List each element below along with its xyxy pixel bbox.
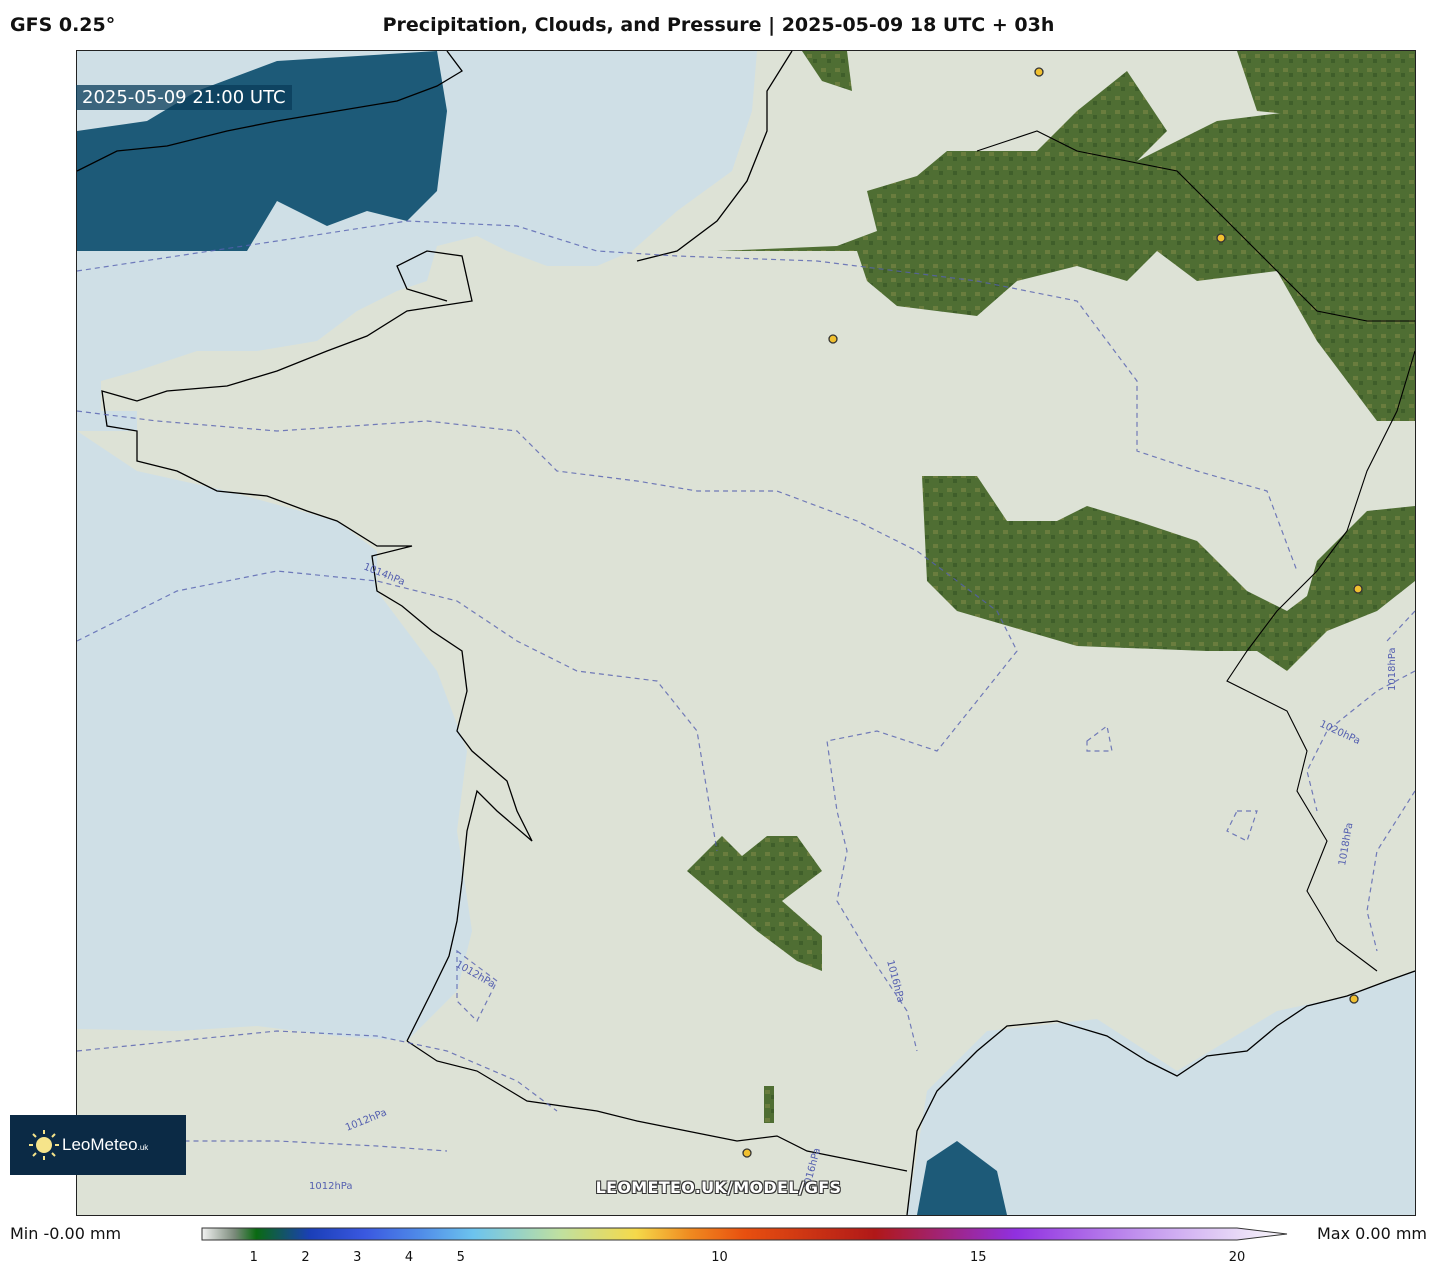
logo-text: LeoMeteo.uk [62,1135,148,1155]
clear-patch-pyrenees [764,1086,774,1123]
colorbar-tick-label: 4 [404,1250,414,1265]
colorbar-tick-label: 10 [711,1250,728,1265]
clear-patch-central [687,836,822,971]
clear-patch-topright [1237,51,1415,121]
border-spain [406,1040,908,1172]
colorbar-tick-label: 15 [969,1250,987,1265]
colorbar-tick-label: 20 [1228,1250,1246,1265]
map-canvas: 1014hPa 1012hPa 1016hPa 1020hPa 1018hPa … [77,51,1415,1215]
isobar-label: 1012hPa [344,1107,388,1133]
clear-patch-east [922,476,1415,671]
city-marker [1216,233,1226,243]
isobar-label: 1018hPa [1337,822,1355,867]
colorbar-tick-label: 5 [456,1250,465,1265]
atlantic-sea [77,431,472,1041]
map-panel: 1014hPa 1012hPa 1016hPa 1020hPa 1018hPa … [76,50,1416,1216]
city-marker [1349,994,1359,1004]
city-marker [1034,67,1044,77]
isobar-label: 1020hPa [1318,719,1362,747]
valid-time-label: 2025-05-09 21:00 UTC [76,85,292,110]
colorbar-tick-label: 3 [353,1250,362,1265]
sun-icon [29,1130,59,1160]
isobar-label: 1018hPa [1387,648,1398,692]
chart-title: Precipitation, Clouds, and Pressure | 20… [382,14,1055,36]
clear-patch-northeast [717,71,1415,421]
city-marker [1353,584,1363,594]
logo-brand: LeoMeteo [62,1135,138,1154]
colorbar [201,1227,1288,1241]
colorbar-tick-label: 1 [249,1250,258,1265]
watermark-url: LEOMETEO.UK/MODEL/GFS [595,1178,842,1197]
leometeo-logo[interactable]: LeoMeteo.uk [10,1115,186,1175]
legend-max-label: Max 0.00 mm [1316,1224,1427,1243]
legend-min-label: Min -0.00 mm [10,1224,122,1243]
city-marker [742,1148,752,1158]
city-marker [828,334,838,344]
isobar-label: 1016hPa [884,959,906,1004]
clear-patch-top [802,51,852,91]
colorbar-tick-label: 2 [301,1250,310,1265]
logo-suffix: .uk [137,1143,149,1152]
